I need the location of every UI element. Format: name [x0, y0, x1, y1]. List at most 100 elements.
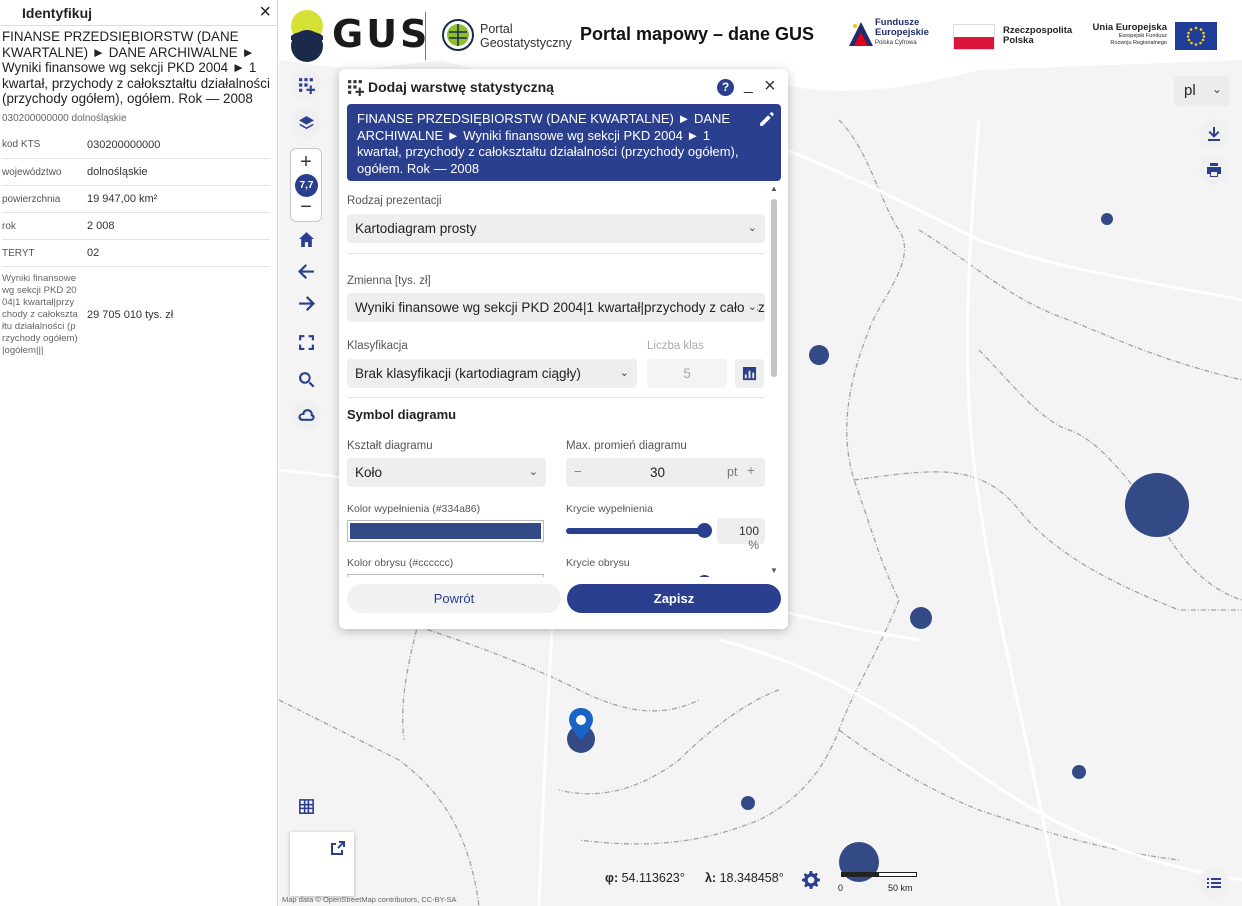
table-row: TERYT 02 [2, 239, 270, 267]
radius-increment[interactable]: + [747, 463, 755, 478]
edit-pencil-icon[interactable] [758, 111, 775, 128]
legend-button[interactable] [1199, 868, 1229, 898]
portal-line1: Portal [480, 22, 513, 36]
variable-value: Wyniki finansowe wg sekcji PKD 2004|1 kw… [355, 300, 765, 315]
save-button[interactable]: Zapisz [567, 584, 781, 613]
row-key: Wyniki finansowe wg sekcji PKD 2004|1 kw… [2, 273, 78, 356]
dialog-title: Dodaj warstwę statystyczną [368, 79, 554, 95]
slider-handle[interactable] [697, 523, 712, 538]
eu-funds-logo-text: Fundusze Europejskie Polska Cyfrowa [875, 18, 929, 48]
fill-opacity-input[interactable]: 100 % [717, 518, 765, 552]
eu-flag-icon [1175, 22, 1217, 50]
classes-count-label: Liczba klas [647, 340, 704, 352]
zoom-in-button[interactable]: + [291, 152, 321, 172]
scale-bar-graphic [841, 872, 917, 877]
grid-add-icon [298, 77, 315, 94]
language-value: pl [1184, 82, 1196, 99]
chevron-down-icon: ⌄ [619, 367, 629, 379]
dialog-scrollbar[interactable]: ▲ ▼ [770, 184, 778, 576]
previous-extent-button[interactable] [291, 256, 321, 286]
pl-line2: Polska [1003, 35, 1034, 46]
scrollbar-thumb[interactable] [771, 199, 777, 377]
print-icon [1207, 163, 1221, 177]
layer-path-text: FINANSE PRZEDSIĘBIORSTW (DANE KWARTALNE)… [357, 111, 739, 176]
zoom-control: + 7,7 − [290, 148, 322, 222]
presentation-select[interactable]: Kartodiagram prosty ⌄ [347, 214, 765, 243]
download-button[interactable] [1199, 119, 1229, 149]
zoom-out-button[interactable]: − [291, 197, 321, 217]
home-icon [298, 231, 314, 247]
next-extent-button[interactable] [291, 288, 321, 318]
print-button[interactable] [1199, 155, 1229, 185]
table-grid-icon [298, 798, 314, 814]
classes-count-input[interactable]: 5 [647, 359, 727, 388]
latitude-label: φ: [605, 871, 619, 885]
shape-select[interactable]: Koło ⌄ [347, 458, 546, 487]
scroll-down-icon[interactable]: ▼ [770, 566, 778, 575]
gear-icon[interactable] [802, 871, 820, 889]
bar-chart-icon [742, 366, 757, 381]
slider-handle[interactable] [697, 575, 712, 577]
overview-map[interactable] [290, 832, 354, 896]
row-value: 19 947,00 km² [87, 185, 270, 213]
coordinates-readout: φ: 54.113623° λ: 18.348458° [605, 871, 784, 885]
fill-opacity-label: Krycie wypełnienia [566, 503, 653, 515]
histogram-button[interactable] [735, 359, 764, 388]
identify-close-icon[interactable]: × [259, 2, 271, 22]
symbol-section-title: Symbol diagramu [347, 407, 457, 422]
row-value: 030200000000 [87, 131, 270, 159]
presentation-value: Kartodiagram prosty [355, 221, 477, 236]
dialog-header: Dodaj warstwę statystyczną ? _ × [347, 75, 779, 97]
add-statistical-layer-dialog: Dodaj warstwę statystyczną ? _ × FINANSE… [339, 69, 788, 629]
variable-select[interactable]: Wyniki finansowe wg sekcji PKD 2004|1 kw… [347, 293, 765, 322]
row-value: 29 705 010 tys. zł [87, 309, 174, 321]
classification-select[interactable]: Brak klasyfikacji (kartodiagram ciągły) … [347, 359, 637, 388]
chevron-down-icon: ⌄ [747, 222, 757, 234]
scroll-up-icon[interactable]: ▲ [770, 184, 778, 193]
grid-button[interactable] [291, 791, 321, 821]
radius-label: Max. promień diagramu [566, 440, 687, 452]
add-layer-button[interactable] [291, 70, 321, 100]
fill-color-picker[interactable] [347, 520, 544, 542]
fill-opacity-slider[interactable] [566, 523, 712, 538]
identify-header: Identyfikuj × [0, 0, 277, 26]
table-row: rok 2 008 [2, 212, 270, 240]
close-icon[interactable]: × [764, 75, 776, 98]
radius-decrement[interactable]: − [574, 464, 582, 479]
presentation-label: Rodzaj prezentacji [347, 195, 442, 207]
layers-button[interactable] [291, 108, 321, 138]
identify-title: Identyfikuj [22, 5, 93, 21]
globe-logo-icon [442, 19, 474, 51]
row-key: rok [2, 212, 87, 240]
fullscreen-icon [298, 334, 314, 350]
fe-line2: Europejskie [875, 27, 929, 38]
cloud-settings-button[interactable] [291, 400, 321, 430]
arrow-left-icon [297, 263, 314, 279]
home-button[interactable] [291, 224, 321, 254]
row-key: TERYT [2, 239, 87, 267]
search-button[interactable] [291, 364, 321, 394]
radius-value: 30 [650, 465, 666, 480]
radius-unit: pt [727, 465, 738, 479]
fullscreen-button[interactable] [291, 327, 321, 357]
fe-sub: Polska Cyfrowa [875, 40, 917, 46]
open-external-icon[interactable] [330, 840, 346, 856]
table-row: kod KTS 030200000000 [2, 131, 270, 159]
back-button[interactable]: Powrót [347, 584, 561, 613]
radius-stepper[interactable]: − 30 pt + [566, 458, 765, 487]
scale-max: 50 km [888, 883, 913, 893]
help-icon[interactable]: ? [717, 79, 734, 96]
chevron-down-icon: ⌄ [743, 300, 757, 313]
language-select[interactable]: pl ⌄ [1174, 76, 1230, 106]
identify-table: kod KTS 030200000000 województwo dolnośl… [2, 131, 270, 358]
header: GUS Portal Geostatystyczny Portal mapowy… [279, 0, 1242, 106]
rzeczpospolita-logo-text: Rzeczpospolita Polska [1003, 26, 1072, 46]
minimize-icon[interactable]: _ [744, 77, 753, 95]
latitude: φ: 54.113623° [605, 871, 685, 885]
dialog-form: Rodzaj prezentacji Kartodiagram prosty ⌄… [347, 191, 767, 577]
stroke-opacity-label: Krycie obrysu [566, 557, 630, 569]
chevron-down-icon: ⌄ [1211, 82, 1222, 96]
portal-title: Portal mapowy – dane GUS [580, 24, 815, 44]
cloud-icon [298, 408, 315, 421]
stroke-color-picker[interactable] [347, 574, 544, 577]
